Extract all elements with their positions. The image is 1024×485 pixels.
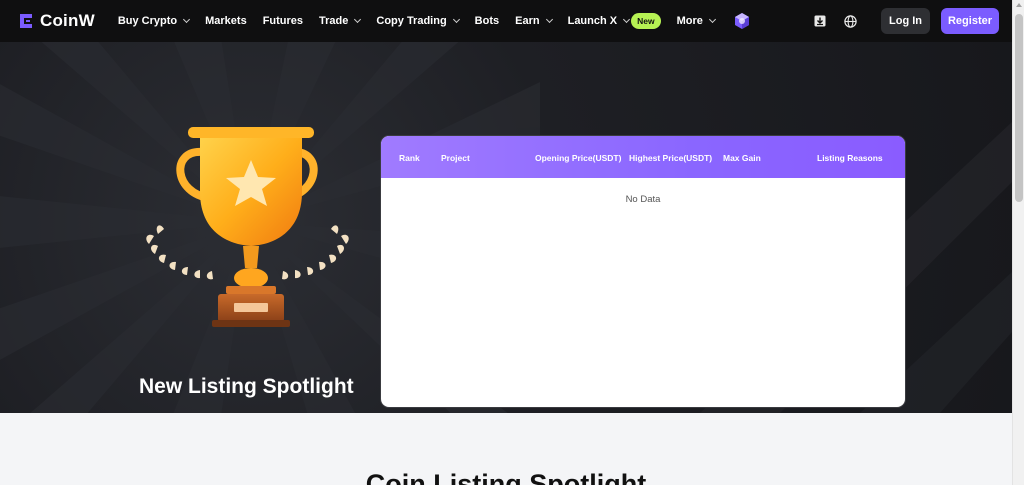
scroll-up-arrow-icon[interactable] bbox=[1016, 3, 1022, 7]
chevron-down-icon bbox=[183, 15, 191, 24]
nav-markets-label: Markets bbox=[205, 15, 247, 27]
table-header: Rank Project Opening Price(USDT) Highest… bbox=[381, 136, 905, 178]
download-button[interactable] bbox=[813, 14, 827, 28]
col-listing-reasons: Listing Reasons bbox=[817, 153, 883, 163]
coin-listing-section: Coin Listing Spotlight bbox=[0, 413, 1012, 485]
col-opening-price: Opening Price(USDT) bbox=[535, 153, 622, 163]
chevron-down-icon bbox=[708, 15, 716, 24]
section-title: Coin Listing Spotlight bbox=[365, 469, 647, 485]
scrollbar-thumb[interactable] bbox=[1015, 14, 1023, 202]
nav-earn-label: Earn bbox=[515, 15, 540, 27]
login-button[interactable]: Log In bbox=[881, 8, 930, 34]
nav-trade[interactable]: Trade bbox=[319, 15, 362, 27]
nav-more[interactable]: More bbox=[676, 15, 716, 27]
coinw-logo-icon bbox=[20, 14, 32, 28]
col-project: Project bbox=[441, 153, 470, 163]
nav-copy-trading-label: Copy Trading bbox=[376, 15, 447, 27]
col-rank: Rank bbox=[399, 153, 420, 163]
nav-futures[interactable]: Futures bbox=[263, 15, 303, 27]
nav-actions: Log In Register bbox=[813, 0, 999, 42]
page-scrollbar[interactable] bbox=[1012, 0, 1024, 485]
nav-launch-x[interactable]: Launch X New bbox=[568, 13, 661, 29]
nav-copy-trading[interactable]: Copy Trading bbox=[376, 15, 460, 27]
top-navbar: CoinW Buy Crypto Markets Futures Trade C… bbox=[0, 0, 1012, 42]
chevron-down-icon bbox=[545, 15, 553, 24]
main-menu: Buy Crypto Markets Futures Trade Copy Tr… bbox=[118, 12, 751, 30]
nav-earn[interactable]: Earn bbox=[515, 15, 553, 27]
brand-logo[interactable]: CoinW bbox=[17, 11, 95, 31]
globe-icon bbox=[843, 14, 857, 28]
hero-title: New Listing Spotlight bbox=[139, 375, 354, 398]
nav-buy-crypto-label: Buy Crypto bbox=[117, 15, 178, 27]
new-badge: New bbox=[631, 13, 661, 29]
chevron-down-icon bbox=[354, 15, 362, 24]
nav-launch-x-label: Launch X bbox=[567, 15, 618, 27]
chevron-down-icon bbox=[452, 15, 460, 24]
nav-futures-label: Futures bbox=[262, 15, 304, 27]
nav-buy-crypto[interactable]: Buy Crypto bbox=[117, 15, 191, 27]
download-icon bbox=[814, 15, 826, 27]
chevron-down-icon bbox=[623, 15, 631, 24]
col-max-gain: Max Gain bbox=[723, 153, 761, 163]
nav-trade-label: Trade bbox=[319, 15, 349, 27]
empty-state-text: No Data bbox=[625, 194, 661, 205]
hero-banner: New Listing Spotlight Rank Project Openi… bbox=[0, 42, 1012, 413]
register-button[interactable]: Register bbox=[941, 8, 999, 34]
nav-more-label: More bbox=[676, 15, 703, 27]
brand-name: CoinW bbox=[40, 11, 95, 30]
nav-bots-label: Bots bbox=[474, 15, 500, 27]
gem-icon[interactable] bbox=[733, 12, 751, 30]
trophy-illustration bbox=[146, 127, 349, 327]
col-highest-price: Highest Price(USDT) bbox=[629, 153, 713, 163]
listing-table: Rank Project Opening Price(USDT) Highest… bbox=[381, 136, 905, 407]
nav-bots[interactable]: Bots bbox=[475, 15, 499, 27]
nav-markets[interactable]: Markets bbox=[205, 15, 247, 27]
language-button[interactable] bbox=[843, 14, 857, 28]
